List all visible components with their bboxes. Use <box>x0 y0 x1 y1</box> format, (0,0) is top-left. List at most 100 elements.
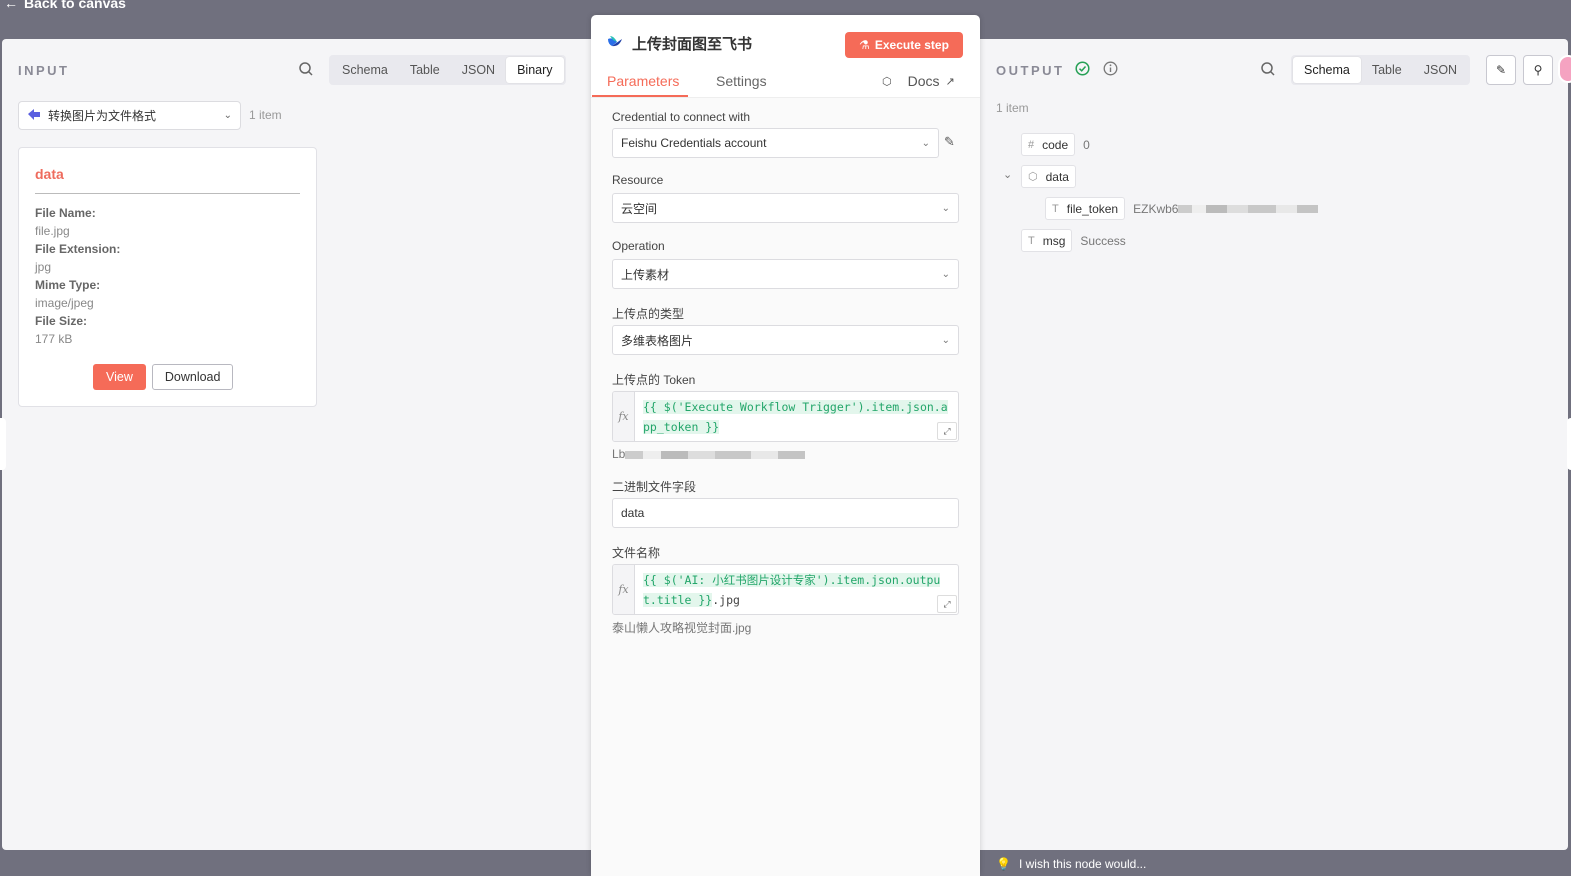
chevron-down-icon[interactable]: ⌄ <box>1003 168 1012 181</box>
output-view-table[interactable]: Table <box>1361 57 1413 83</box>
filename-expression-input[interactable]: fx {{ $('AI: 小红书图片设计专家').item.json.outpu… <box>612 564 959 615</box>
key-name: file_token <box>1066 201 1119 216</box>
output-title: OUTPUT <box>996 63 1065 78</box>
filename-expression: {{ $('AI: 小红书图片设计专家').item.json.output.t… <box>643 573 941 607</box>
view-button[interactable]: View <box>93 364 146 390</box>
output-search-icon[interactable] <box>1260 61 1276 80</box>
credential-label: Credential to connect with <box>612 110 751 124</box>
upload-type-value: 多维表格图片 <box>621 333 694 348</box>
feishu-icon <box>607 35 623 52</box>
string-type-icon: T <box>1028 234 1035 247</box>
resource-value: 云空间 <box>621 201 658 216</box>
feedback-label: I wish this node would... <box>1018 857 1147 871</box>
operation-value: 上传素材 <box>621 267 670 282</box>
schema-key[interactable]: ⬡ data <box>1021 165 1076 188</box>
lightbulb-icon: 💡 <box>996 857 1011 871</box>
schema-key[interactable]: T file_token <box>1045 197 1126 220</box>
output-view-json[interactable]: JSON <box>1413 57 1468 83</box>
success-check-icon <box>1075 61 1090 79</box>
execute-step-button[interactable]: ⚗ Execute step <box>845 32 963 58</box>
cube-icon: ⬡ <box>882 75 892 88</box>
schema-key[interactable]: # code <box>1021 133 1076 156</box>
flask-icon: ⚗ <box>859 38 870 52</box>
input-view-binary[interactable]: Binary <box>506 57 564 83</box>
upload-type-select[interactable]: 多维表格图片 ⌄ <box>612 325 959 355</box>
token-label: 上传点的 Token <box>612 373 696 387</box>
node-header: 上传封面图至飞书 <box>607 33 752 54</box>
chevron-down-icon: ⌄ <box>223 110 232 121</box>
input-node-label: 转换图片为文件格式 <box>48 109 157 123</box>
back-to-canvas-link[interactable]: ← Back to canvas <box>4 0 126 11</box>
token-preview: Lb <box>612 447 806 461</box>
number-type-icon: # <box>1028 138 1035 151</box>
output-items-count: 1 item <box>996 101 1029 115</box>
tab-parameters[interactable]: Parameters <box>607 73 679 89</box>
schema-row-file-token: T file_token EZKwb6 <box>1045 197 1319 220</box>
feedback-link[interactable]: 💡 I wish this node would... <box>996 857 1146 871</box>
docs-link[interactable]: ⬡ Docs ↗ <box>882 73 955 89</box>
active-tab-indicator <box>592 95 688 97</box>
schema-value: Success <box>1080 233 1126 248</box>
redacted-value <box>1178 205 1319 214</box>
key-name: data <box>1045 169 1069 184</box>
docs-label: Docs <box>907 73 940 89</box>
resource-select[interactable]: 云空间 ⌄ <box>612 193 959 223</box>
token-expression: {{ $('Execute Workflow Trigger').item.js… <box>643 400 948 434</box>
fx-icon: fx <box>613 565 635 614</box>
pin-data-button[interactable]: ⚲ <box>1523 55 1553 85</box>
schema-value: EZKwb6 <box>1133 202 1319 216</box>
input-view-table[interactable]: Table <box>399 57 451 83</box>
binary-title: data <box>35 166 64 182</box>
key-name: msg <box>1042 233 1066 248</box>
chevron-down-icon: ⌄ <box>941 334 950 346</box>
binary-meta: File Name: file.jpg File Extension: jpg … <box>35 204 120 348</box>
meta-key: File Size: <box>35 314 88 328</box>
key-name: code <box>1042 137 1069 152</box>
input-view-json[interactable]: JSON <box>451 57 506 83</box>
chevron-down-icon: ⌄ <box>921 137 930 149</box>
edit-output-button[interactable]: ✎ <box>1486 55 1516 85</box>
pencil-icon: ✎ <box>1495 63 1507 77</box>
edit-pencil-icon[interactable]: ✎ <box>944 134 955 150</box>
node-tabs: Parameters Settings ⬡ Docs ↗ <box>591 71 980 98</box>
output-view-schema[interactable]: Schema <box>1293 57 1361 83</box>
input-drag-handle[interactable] <box>0 418 6 470</box>
filename-preview: 泰山懒人攻略视觉封面.jpg <box>612 621 752 635</box>
credential-select[interactable]: Feishu Credentials account ⌄ <box>612 128 939 158</box>
info-icon[interactable] <box>1103 61 1118 79</box>
chevron-down-icon: ⌄ <box>941 202 950 214</box>
download-button[interactable]: Download <box>151 364 234 390</box>
expand-icon[interactable]: ⤢ <box>937 422 957 440</box>
credential-value: Feishu Credentials account <box>621 136 767 150</box>
binary-card: data File Name: file.jpg File Extension:… <box>18 147 317 407</box>
input-search-icon[interactable] <box>298 61 314 80</box>
node-title[interactable]: 上传封面图至飞书 <box>632 33 752 54</box>
meta-value: 177 kB <box>35 332 73 346</box>
string-type-icon: T <box>1052 202 1059 215</box>
object-type-icon: ⬡ <box>1028 171 1038 183</box>
binary-field-value: data <box>621 506 645 520</box>
output-view-switch: Schema Table JSON <box>1291 55 1471 85</box>
token-expression-input[interactable]: fx {{ $('Execute Workflow Trigger').item… <box>612 391 959 442</box>
schema-key[interactable]: T msg <box>1021 229 1073 252</box>
pin-icon: ⚲ <box>1533 63 1543 77</box>
meta-value: image/jpeg <box>35 296 94 310</box>
divider <box>35 193 300 194</box>
operation-select[interactable]: 上传素材 ⌄ <box>612 259 959 289</box>
node-icon <box>27 108 41 124</box>
input-view-schema[interactable]: Schema <box>331 57 399 83</box>
back-label: Back to canvas <box>24 0 126 11</box>
expand-icon[interactable]: ⤢ <box>937 595 957 613</box>
output-drag-handle[interactable] <box>1567 418 1571 470</box>
input-items-count: 1 item <box>249 108 282 122</box>
input-node-select[interactable]: 转换图片为文件格式 ⌄ <box>18 101 241 130</box>
parameters-panel: 上传封面图至飞书 ⚗ Execute step Parameters Setti… <box>591 15 980 876</box>
input-view-switch: Schema Table JSON Binary <box>329 55 566 85</box>
meta-value: file.jpg <box>35 224 70 238</box>
token-preview-prefix: Lb <box>612 447 626 461</box>
tab-settings[interactable]: Settings <box>716 73 767 89</box>
binary-field-input[interactable]: data <box>612 498 959 528</box>
execute-label: Execute step <box>874 38 949 52</box>
chevron-down-icon: ⌄ <box>941 268 950 280</box>
avatar[interactable] <box>1558 55 1571 83</box>
